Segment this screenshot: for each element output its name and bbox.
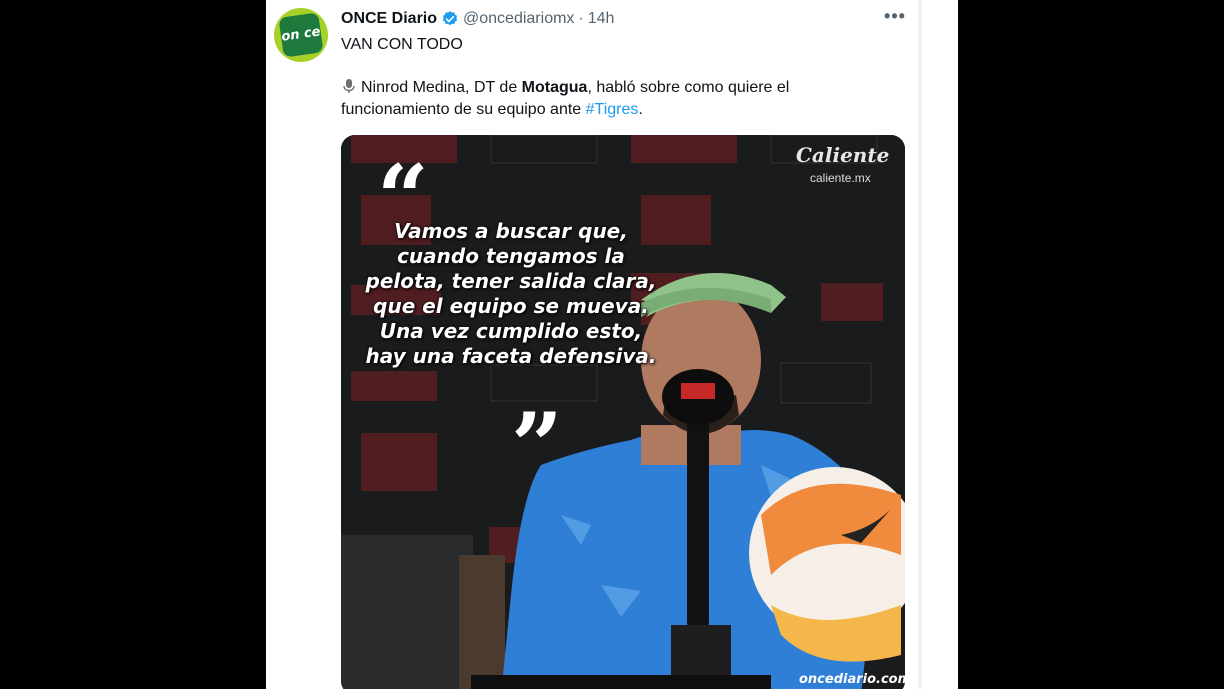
logo-text: on ce [280,24,322,45]
tweet-text-line: Ninrod Medina, DT de Motagua, habló sobr… [341,77,789,99]
more-options-icon[interactable]: ••• [884,7,906,29]
timestamp[interactable]: 14h [588,10,615,28]
account-name[interactable]: ONCE Diario [341,10,437,28]
tweet-media-image[interactable]: “ Vamos a buscar que, cuando tengamos la… [341,135,905,689]
quote-text: Vamos a buscar que, cuando tengamos la p… [365,219,657,368]
separator: · [578,10,584,27]
tweet-text-part: Ninrod Medina, DT de [361,79,522,96]
tweet-header: ONCE Diario @oncediariomx · 14h [341,9,614,29]
avatar[interactable]: on ce [274,8,328,62]
tweet-text-team: Motagua [521,79,588,96]
microphone-icon [343,79,355,93]
account-handle[interactable]: @oncediariomx [463,10,574,28]
once-logo: on ce [278,12,324,58]
verified-badge-icon [442,11,458,26]
hashtag-link[interactable]: #Tigres [586,101,639,118]
watermark: oncediario.com [799,672,905,687]
tweet-text-part: . [638,101,643,118]
quote-close-mark: ” [511,393,563,499]
sponsor-logo: Caliente [796,143,890,167]
tweet-text-part: funcionamiento de su equipo ante [341,101,586,118]
tweet-text-line: funcionamiento de su equipo ante #Tigres… [341,99,643,121]
sponsor-site: caliente.mx [810,171,871,185]
tweet-text-headline: VAN CON TODO [341,36,463,53]
divider [918,0,922,689]
tweet-text-part: , habló sobre como quiere el [587,79,790,96]
